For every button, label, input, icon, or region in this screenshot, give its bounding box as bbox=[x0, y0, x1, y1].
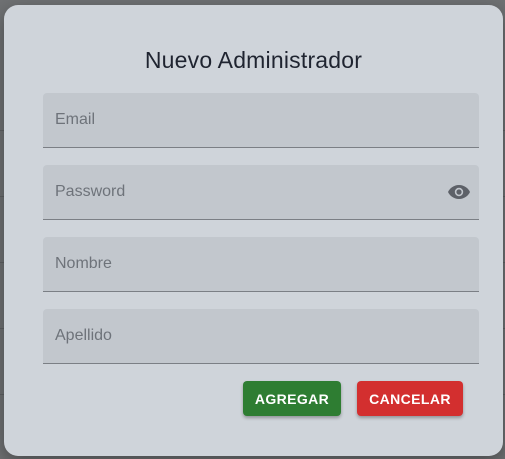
password-input[interactable] bbox=[43, 165, 479, 219]
email-field[interactable] bbox=[43, 93, 479, 148]
dialog-title: Nuevo Administrador bbox=[144, 47, 363, 73]
nombre-field[interactable] bbox=[43, 237, 479, 292]
new-admin-dialog: Nuevo Administrador AGREGAR CANCELAR bbox=[4, 5, 503, 456]
email-input[interactable] bbox=[43, 93, 479, 147]
apellido-input[interactable] bbox=[43, 309, 479, 363]
add-button[interactable]: AGREGAR bbox=[243, 381, 341, 416]
cancel-button[interactable]: CANCELAR bbox=[357, 381, 463, 416]
apellido-field[interactable] bbox=[43, 309, 479, 364]
nombre-input[interactable] bbox=[43, 237, 479, 291]
password-field[interactable] bbox=[43, 165, 479, 220]
eye-icon[interactable] bbox=[447, 182, 471, 202]
